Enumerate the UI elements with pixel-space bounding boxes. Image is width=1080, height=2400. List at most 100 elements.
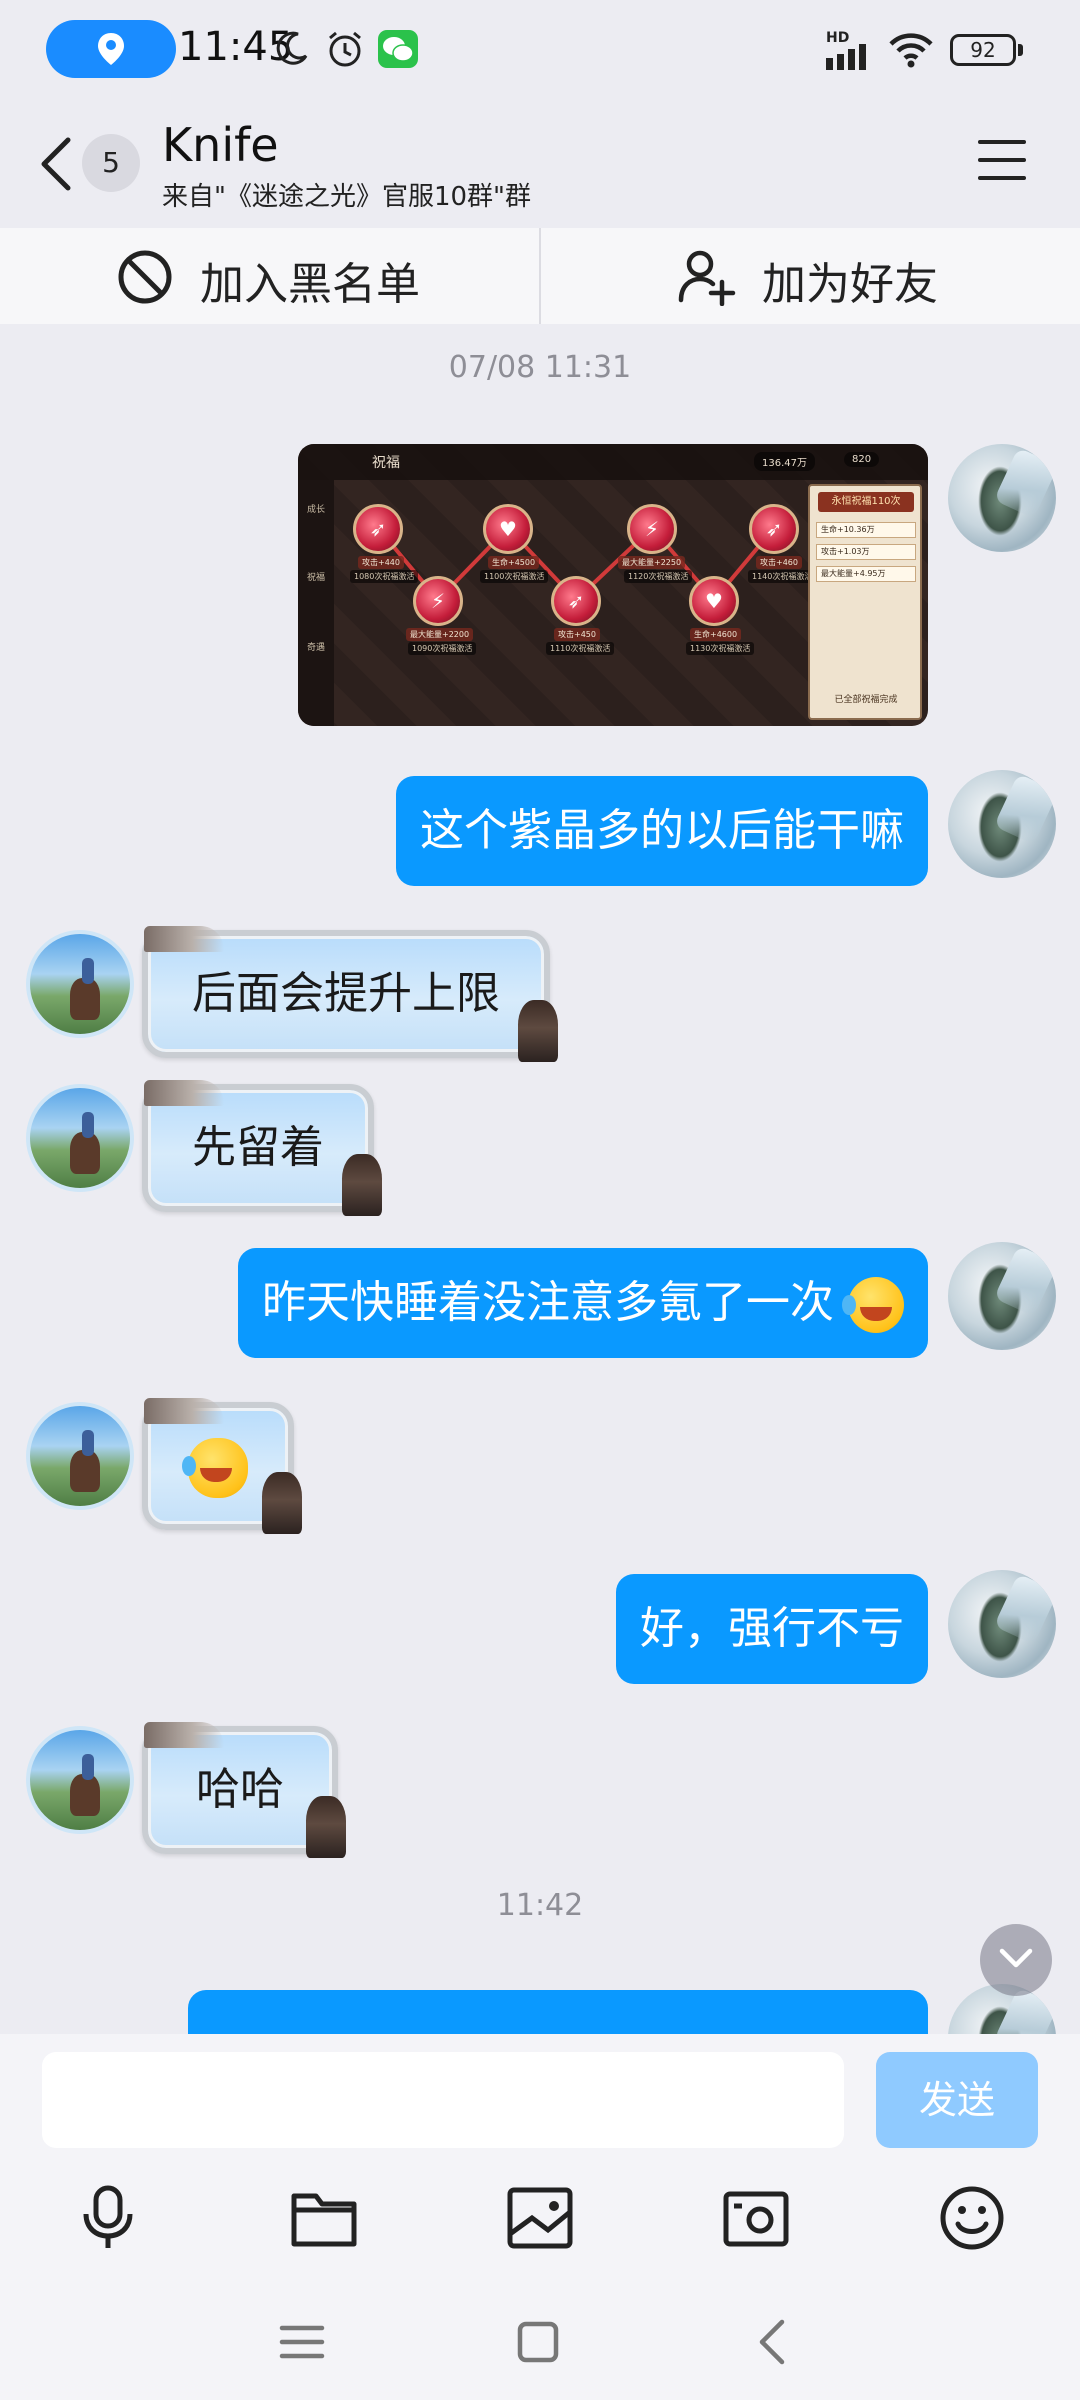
timestamp: 11:42 <box>496 1888 584 1923</box>
game-stats-panel: 永恒祝福110次 生命+10.36万 攻击+1.03万 最大能量+4.95万 已… <box>808 484 922 720</box>
message-text: 扫荡能不能给一下紫晶，懒得打图 <box>214 2020 874 2034</box>
home-icon[interactable] <box>510 2314 566 2370</box>
message-bubble-received[interactable]: 先留着 <box>142 1080 382 1216</box>
location-icon <box>98 33 124 65</box>
game-title: 祝福 <box>372 455 400 471</box>
add-friend-label: 加为好友 <box>762 259 938 310</box>
signal-icon <box>826 44 866 70</box>
gallery-button[interactable] <box>504 2182 576 2254</box>
bubble-decoration <box>342 1154 382 1216</box>
message-bubble-sent[interactable]: 这个紫晶多的以后能干嘛 <box>396 776 928 886</box>
game-tab: 祝福 <box>306 573 325 583</box>
chevron-left-icon <box>41 137 71 191</box>
message-bubble-sent[interactable]: 好，强行不亏 <box>616 1574 928 1684</box>
chevron-down-icon <box>999 1948 1033 1968</box>
add-friend-button[interactable]: 加为好友 <box>540 228 1080 324</box>
emoji-button[interactable] <box>936 2182 1008 2254</box>
game-node-sub: 1140次祝福激活 <box>748 570 817 583</box>
chat-header: 5 Knife 来自"《迷途之光》官服10群"群 <box>0 100 1080 228</box>
game-node: ➶ <box>353 504 403 554</box>
status-bar: 11:45 HD 92 <box>0 0 1080 100</box>
game-node-label: 攻击+440 <box>358 556 404 569</box>
contact-avatar[interactable] <box>26 1402 134 1510</box>
game-node: ♥ <box>483 504 533 554</box>
message-bubble-received[interactable] <box>142 1398 302 1534</box>
my-avatar[interactable] <box>948 1242 1056 1350</box>
game-node: ➶ <box>551 576 601 626</box>
game-stat: 生命+10.36万 <box>816 522 916 538</box>
contact-avatar[interactable] <box>26 930 134 1038</box>
message-input[interactable] <box>42 2052 844 2148</box>
message-text: 昨天快睡着没注意多氪了一次 <box>262 1277 834 1328</box>
contact-avatar[interactable] <box>26 1084 134 1192</box>
game-panel-title: 永恒祝福110次 <box>818 492 914 512</box>
game-node-sub: 1120次祝福激活 <box>624 570 693 583</box>
battery-nub <box>1018 44 1023 56</box>
emoji-icon <box>940 2186 1004 2250</box>
battery-icon: 92 <box>950 34 1016 66</box>
message-text: 后面会提升上限 <box>192 968 500 1019</box>
block-label: 加入黑名单 <box>200 259 420 310</box>
image-message[interactable]: 祝福 136.47万 820 成长 祝福 奇遇 ➶ 攻击+440 1080次祝福… <box>298 444 928 726</box>
add-user-icon <box>678 250 736 306</box>
game-tab: 成长 <box>306 505 325 515</box>
microphone-icon <box>83 2185 133 2248</box>
game-node-sub: 1080次祝福激活 <box>350 570 419 583</box>
game-node: ➶ <box>749 504 799 554</box>
contact-avatar[interactable] <box>26 1726 134 1834</box>
game-node-sub: 1090次祝福激活 <box>408 642 477 655</box>
game-node-sub: 1110次祝福激活 <box>546 642 615 655</box>
game-currency-gold: 136.47万 <box>754 452 815 471</box>
game-node: ⚡ <box>413 576 463 626</box>
message-bubble-sent[interactable]: 昨天快睡着没注意多氪了一次 <box>238 1248 928 1358</box>
my-avatar[interactable] <box>948 1570 1056 1678</box>
send-button[interactable]: 发送 <box>876 2052 1038 2148</box>
game-node-label: 生命+4600 <box>690 628 742 641</box>
block-icon <box>118 250 172 304</box>
location-indicator[interactable] <box>46 20 176 78</box>
back-nav-icon[interactable] <box>746 2314 802 2370</box>
scroll-to-bottom-button[interactable] <box>980 1924 1052 1996</box>
game-side-tabs: 成长 祝福 奇遇 <box>298 480 334 726</box>
alarm-icon <box>329 31 361 67</box>
system-nav-bar <box>0 2290 1080 2400</box>
game-node-label: 生命+4500 <box>488 556 540 569</box>
unread-count-badge: 5 <box>82 134 140 192</box>
crying-laughing-emoji-icon <box>182 1438 248 1498</box>
recent-apps-icon[interactable] <box>274 2314 330 2370</box>
moon-icon <box>276 31 308 65</box>
file-button[interactable] <box>288 2182 360 2254</box>
folder-icon <box>291 2193 357 2247</box>
back-button[interactable]: 5 <box>36 128 140 198</box>
bubble-decoration <box>518 1000 558 1062</box>
voice-button[interactable] <box>72 2182 144 2254</box>
message-bubble-received[interactable]: 哈哈 <box>142 1722 346 1858</box>
wifi-icon <box>889 33 933 68</box>
image-icon <box>507 2187 573 2249</box>
timestamp: 07/08 11:31 <box>448 350 632 385</box>
game-currency-crystal: 820 <box>844 452 880 467</box>
block-button[interactable]: 加入黑名单 <box>0 228 540 324</box>
game-node-label: 最大能量+2200 <box>406 628 474 641</box>
menu-button[interactable] <box>978 140 1030 186</box>
wechat-icon <box>378 30 418 68</box>
game-panel-footer: 已全部祝福完成 <box>834 695 898 705</box>
game-node: ♥ <box>689 576 739 626</box>
game-node-label: 最大能量+2250 <box>618 556 686 569</box>
contact-source: 来自"《迷途之光》官服10群"群 <box>162 182 532 212</box>
message-bubble-received[interactable]: 后面会提升上限 <box>142 926 558 1062</box>
game-stat: 攻击+1.03万 <box>816 544 916 560</box>
my-avatar[interactable] <box>948 770 1056 878</box>
contact-name[interactable]: Knife <box>162 118 279 172</box>
game-node-sub: 1100次祝福激活 <box>480 570 549 583</box>
my-avatar[interactable] <box>948 444 1056 552</box>
message-text: 哈哈 <box>196 1764 284 1815</box>
bubble-decoration <box>262 1472 302 1534</box>
laughing-tears-emoji-icon <box>842 1277 904 1333</box>
game-topbar: 祝福 136.47万 820 <box>298 444 928 480</box>
camera-icon <box>723 2191 789 2247</box>
message-bubble-sent[interactable]: 扫荡能不能给一下紫晶，懒得打图 <box>188 1990 928 2034</box>
camera-button[interactable] <box>720 2182 792 2254</box>
message-list[interactable]: 07/08 11:31 祝福 136.47万 820 成长 祝福 奇遇 ➶ 攻击… <box>0 324 1080 2034</box>
game-stat: 最大能量+4.95万 <box>816 566 916 582</box>
